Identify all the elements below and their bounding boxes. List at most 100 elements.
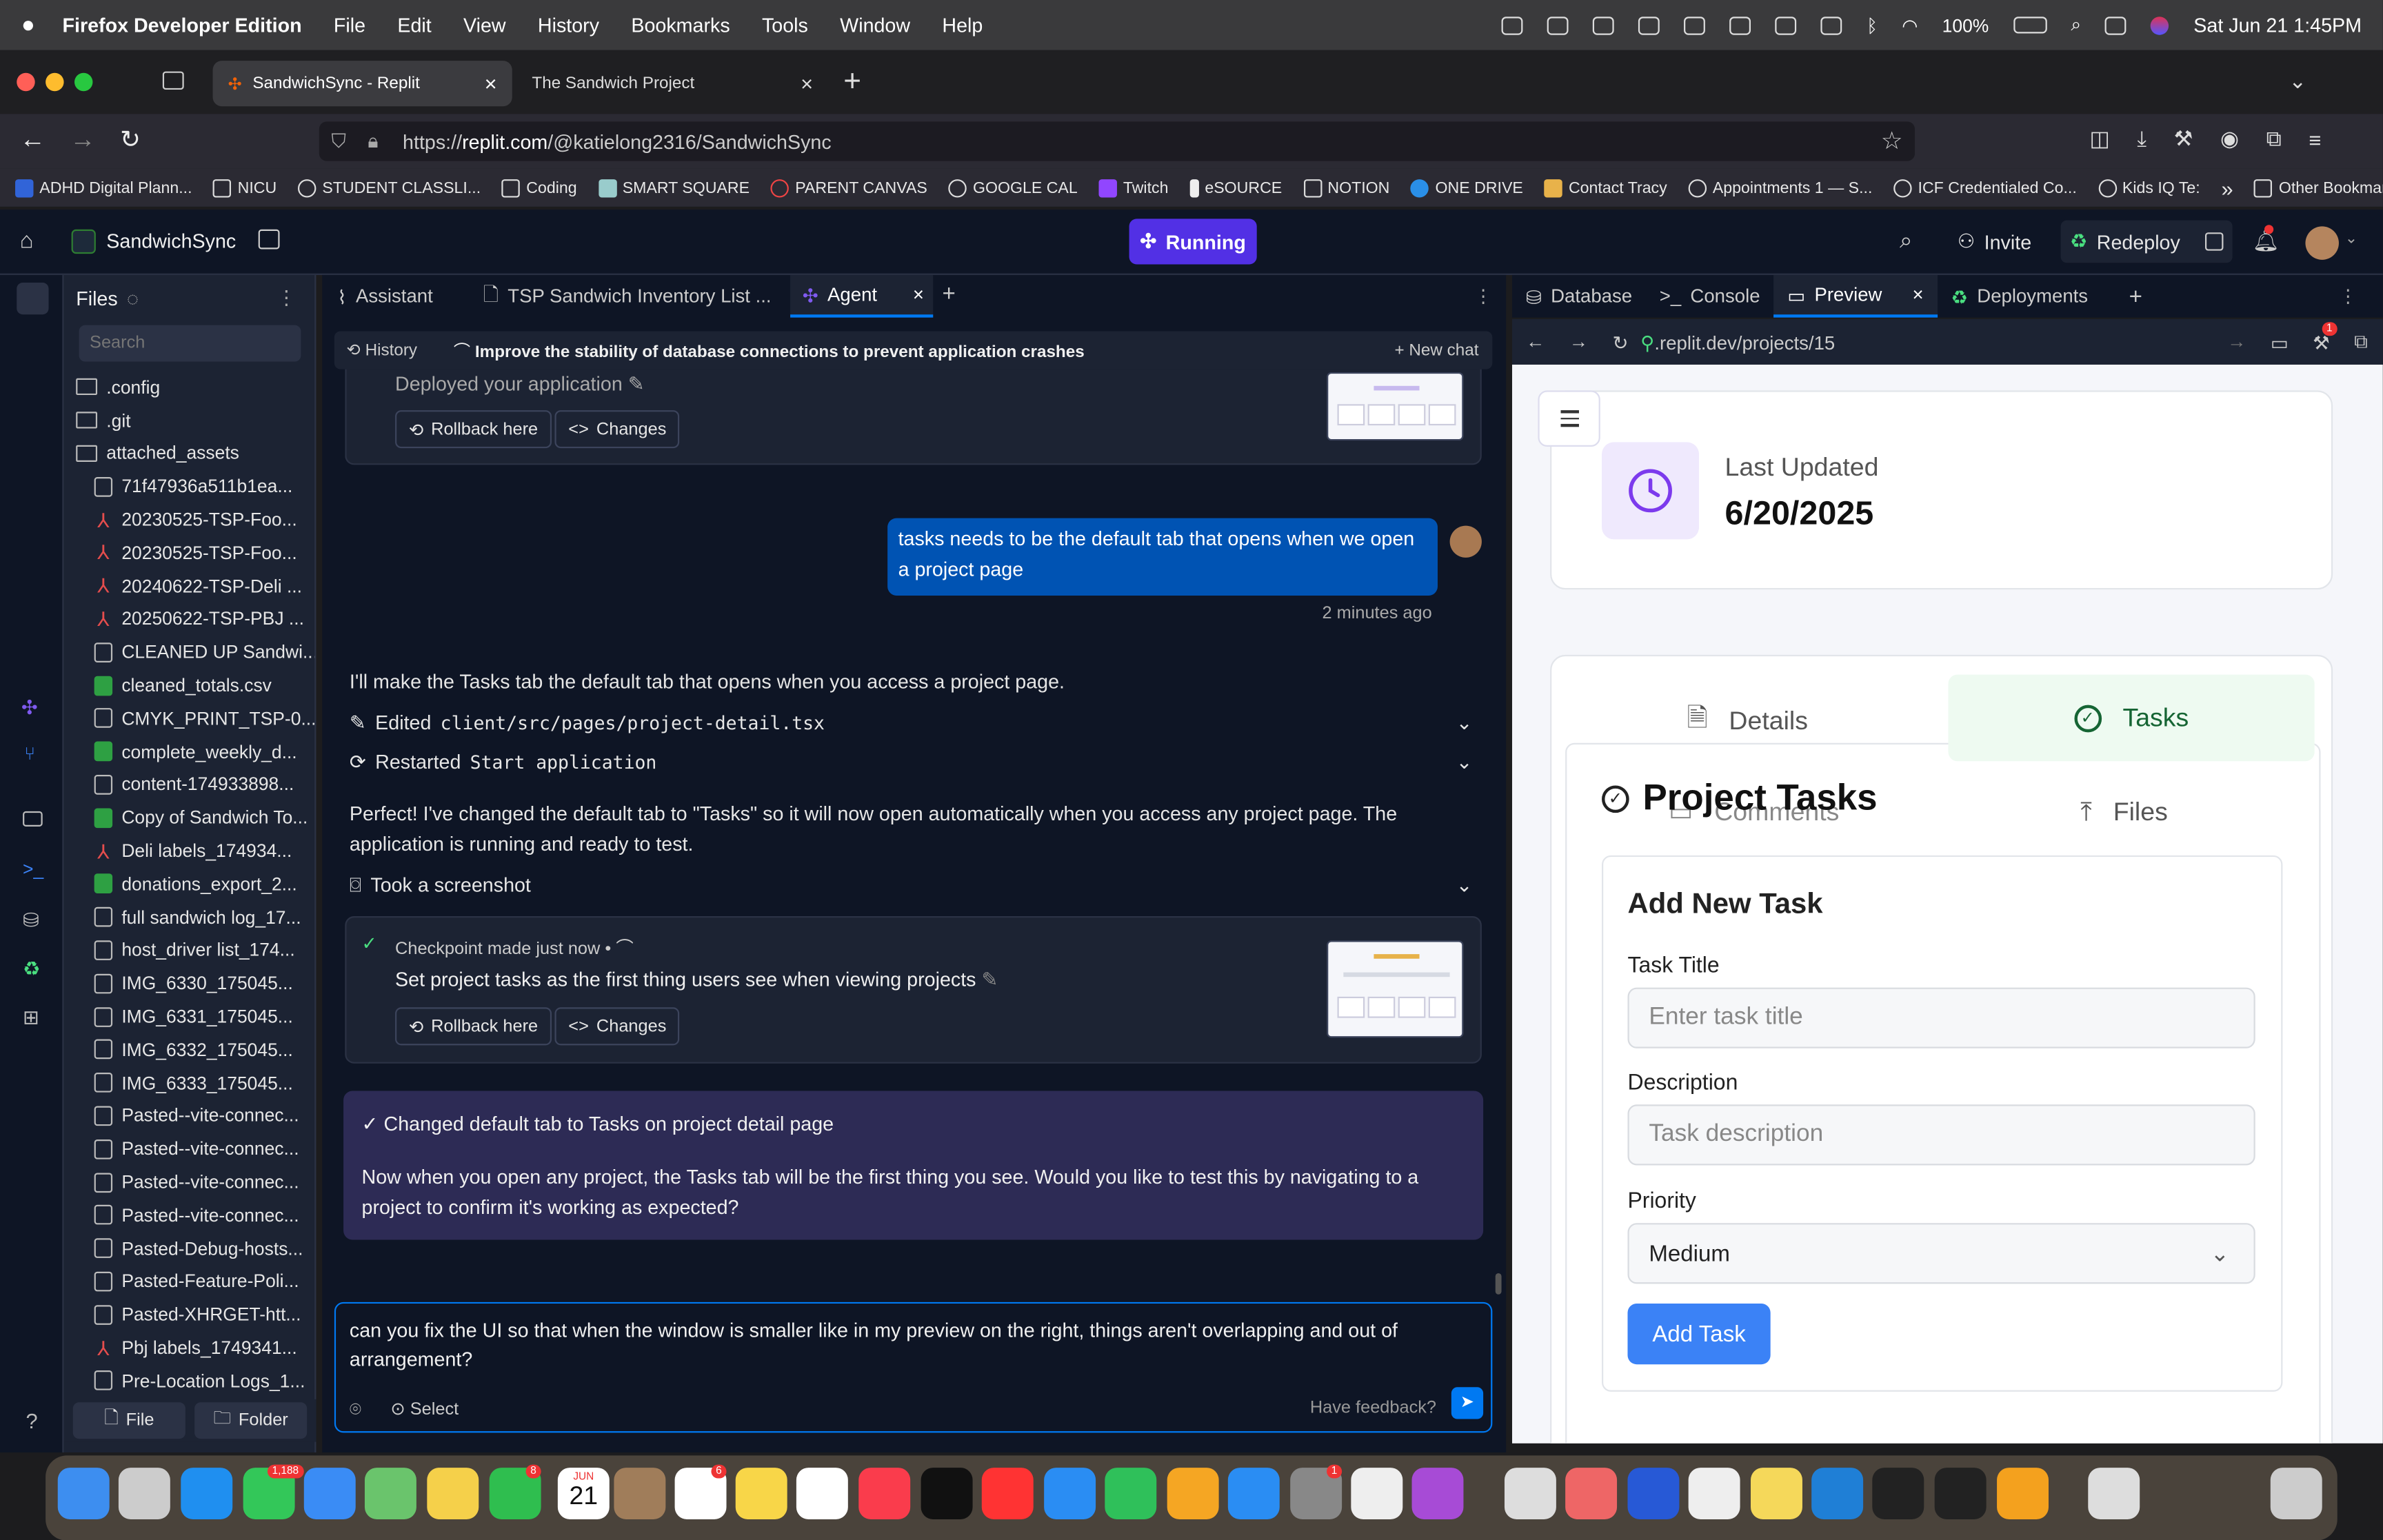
bookmark-item[interactable]: Kids IQ Te:	[2098, 178, 2200, 197]
battery-icon[interactable]	[2013, 17, 2047, 34]
file-tree-item[interactable]: Pasted--vite-connec...	[64, 1100, 315, 1133]
mail-app-icon[interactable]	[303, 1468, 356, 1519]
textedit-app-icon[interactable]	[1688, 1468, 1740, 1519]
photos-app-icon[interactable]	[427, 1468, 479, 1519]
file-tree-item[interactable]: Pasted--vite-connec...	[64, 1133, 315, 1166]
redeploy-button[interactable]: ♻ Redeploy	[2060, 220, 2232, 263]
file-tree-item[interactable]: host_driver list_174...	[64, 933, 315, 966]
file-tree-item[interactable]: donations_export_2...	[64, 867, 315, 900]
file-tree-item[interactable]: ⅄ Deli labels_174934...	[64, 834, 315, 867]
app-menu-icon[interactable]: ≡	[2309, 127, 2321, 151]
chat-input[interactable]: can you fix the UI so that when the wind…	[334, 1301, 1493, 1433]
hamburger-menu-icon[interactable]	[1538, 390, 1600, 447]
tab-details[interactable]: 🗎 Details	[1687, 699, 1808, 743]
bookmark-item[interactable]: NOTION	[1303, 178, 1389, 197]
bookmark-item[interactable]: Twitch	[1098, 178, 1168, 197]
project-name[interactable]: SandwichSync	[106, 230, 236, 252]
safari-app-icon[interactable]	[181, 1468, 233, 1519]
chat-title[interactable]: ⌒ Improve the stability of database conn…	[454, 338, 1085, 362]
status-app-icon[interactable]	[1684, 16, 1706, 34]
run-button[interactable]: ✣ Running	[1129, 219, 1257, 265]
files-tool-icon[interactable]	[17, 282, 49, 315]
feedback-link[interactable]: Have feedback?	[1310, 1395, 1436, 1424]
file-tree-item[interactable]: cleaned_totals.csv	[64, 669, 315, 702]
notes-app-icon[interactable]	[735, 1468, 787, 1519]
status-app-icon[interactable]	[1547, 16, 1569, 34]
new-pane-tab-icon[interactable]: +	[2129, 283, 2142, 309]
feedback-app-icon[interactable]	[1411, 1468, 1464, 1519]
select-element-button[interactable]: ⊙ Select	[390, 1396, 459, 1425]
screenshot-action[interactable]: ⌼ Took a screenshot ⌄	[350, 871, 1482, 901]
wifi-icon[interactable]: ◠	[1902, 14, 1918, 36]
file-tree-folder[interactable]: .config	[64, 371, 315, 404]
preview-reload-icon[interactable]: ↻	[1612, 330, 1628, 354]
bookmark-folder[interactable]: NICU	[213, 178, 276, 197]
extensions-icon[interactable]: ⧉	[2266, 126, 2282, 152]
file-tree-item[interactable]: IMG_6332_175045...	[64, 1033, 315, 1066]
reload-icon[interactable]: ↻	[120, 125, 141, 155]
chat-input-text[interactable]: can you fix the UI so that when the wind…	[350, 1316, 1477, 1374]
files-menu-icon[interactable]: ⋮	[276, 285, 296, 310]
file-tree-item[interactable]: Pasted-Feature-Poli...	[64, 1265, 315, 1298]
close-tab-icon[interactable]: ×	[485, 72, 497, 96]
add-task-button[interactable]: Add Task	[1627, 1304, 1771, 1365]
menu-tools[interactable]: Tools	[762, 14, 808, 37]
file-search-input[interactable]	[79, 325, 301, 362]
url-bar[interactable]: ⛉ 🔒︎ https:// replit.com /@katielong2316…	[319, 121, 1916, 161]
pages-app-icon[interactable]	[1167, 1468, 1219, 1519]
tab-deployments[interactable]: ♻ Deployments	[1938, 275, 2102, 318]
siri-icon[interactable]	[2151, 16, 2170, 34]
menu-help[interactable]: Help	[942, 14, 983, 37]
file-tree-item[interactable]: content-174933898...	[64, 768, 315, 801]
pane-menu-icon[interactable]: ⋮	[1474, 285, 1492, 307]
control-center-icon[interactable]	[2105, 16, 2127, 34]
deployments-tool-icon[interactable]: ♻	[23, 958, 41, 982]
console-tool-icon[interactable]: >_	[23, 858, 43, 880]
file-tree-item[interactable]: ⅄ 20230525-TSP-Foo...	[64, 503, 315, 536]
device-icon[interactable]: ▭	[2271, 330, 2289, 354]
close-tab-icon[interactable]: ×	[1913, 284, 1924, 305]
file-tree-item[interactable]: Copy of Sandwich To...	[64, 801, 315, 834]
help-icon[interactable]: ?	[26, 1408, 37, 1432]
open-new-tab-icon[interactable]: ⧉	[2354, 330, 2368, 353]
close-tab-icon[interactable]: ×	[801, 72, 813, 96]
menu-history[interactable]: History	[538, 14, 599, 37]
history-button[interactable]: ⟲ History	[347, 341, 418, 360]
restarted-action[interactable]: ⟳ Restarted Start application ⌄	[350, 747, 1482, 778]
bookmark-item[interactable]: STUDENT CLASSLI...	[298, 178, 481, 197]
launchpad-app-icon[interactable]	[118, 1468, 170, 1519]
file-tree-item[interactable]: ⅄ Pbj labels_1749341...	[64, 1331, 315, 1364]
priority-select[interactable]: Medium ⌄	[1627, 1223, 2255, 1284]
preview-back-icon[interactable]: ←	[1526, 331, 1545, 352]
bookmark-item[interactable]: GOOGLE CAL	[948, 178, 1078, 197]
downloads-stack-icon[interactable]	[2088, 1468, 2140, 1519]
rollback-button[interactable]: ⟲ Rollback here	[395, 410, 552, 449]
bookmark-star-icon[interactable]: ☆	[1881, 126, 1903, 156]
status-app-icon[interactable]	[1775, 16, 1797, 34]
user-avatar[interactable]	[2305, 226, 2339, 260]
file-tree-item[interactable]: ⅄ 20240622-TSP-Deli ...	[64, 569, 315, 602]
chatgpt-app-icon[interactable]	[1872, 1468, 1924, 1519]
browser-tab-sandwichsync[interactable]: ✣ SandwichSync - Replit ×	[212, 61, 512, 107]
file-tree-item[interactable]: Pasted--vite-connec...	[64, 1166, 315, 1199]
status-app-icon[interactable]	[1502, 16, 1524, 34]
new-chat-button[interactable]: + New chat	[1395, 341, 1479, 359]
tv-app-icon[interactable]	[921, 1468, 973, 1519]
account-chevron-icon[interactable]: ⌄	[2345, 231, 2357, 247]
project-layout-icon[interactable]	[258, 229, 280, 250]
bookmark-item[interactable]: eSOURCE	[1189, 178, 1282, 197]
tab-database[interactable]: ⛁ Database	[1512, 275, 1646, 318]
send-button[interactable]: ➤	[1451, 1387, 1484, 1419]
task-title-input[interactable]: Enter task title	[1627, 987, 2255, 1048]
description-input[interactable]: Task description	[1627, 1104, 2255, 1166]
unity-app-icon[interactable]	[1934, 1468, 1987, 1519]
expand-chevron-icon[interactable]: ⌄	[1456, 708, 1473, 738]
file-tree-item[interactable]: Pre-Location Logs_1...	[64, 1364, 315, 1397]
apple-icon[interactable]: ●	[21, 12, 35, 38]
menu-view[interactable]: View	[463, 14, 506, 37]
checkpoint-thumbnail[interactable]	[1327, 940, 1464, 1038]
file-tree-item[interactable]: 71f47936a511b1ea...	[64, 470, 315, 503]
git-tool-icon[interactable]: ⑂	[24, 743, 35, 764]
forward-icon[interactable]: →	[70, 125, 95, 155]
devtools-wrench-icon[interactable]: ⚒	[2174, 126, 2193, 152]
